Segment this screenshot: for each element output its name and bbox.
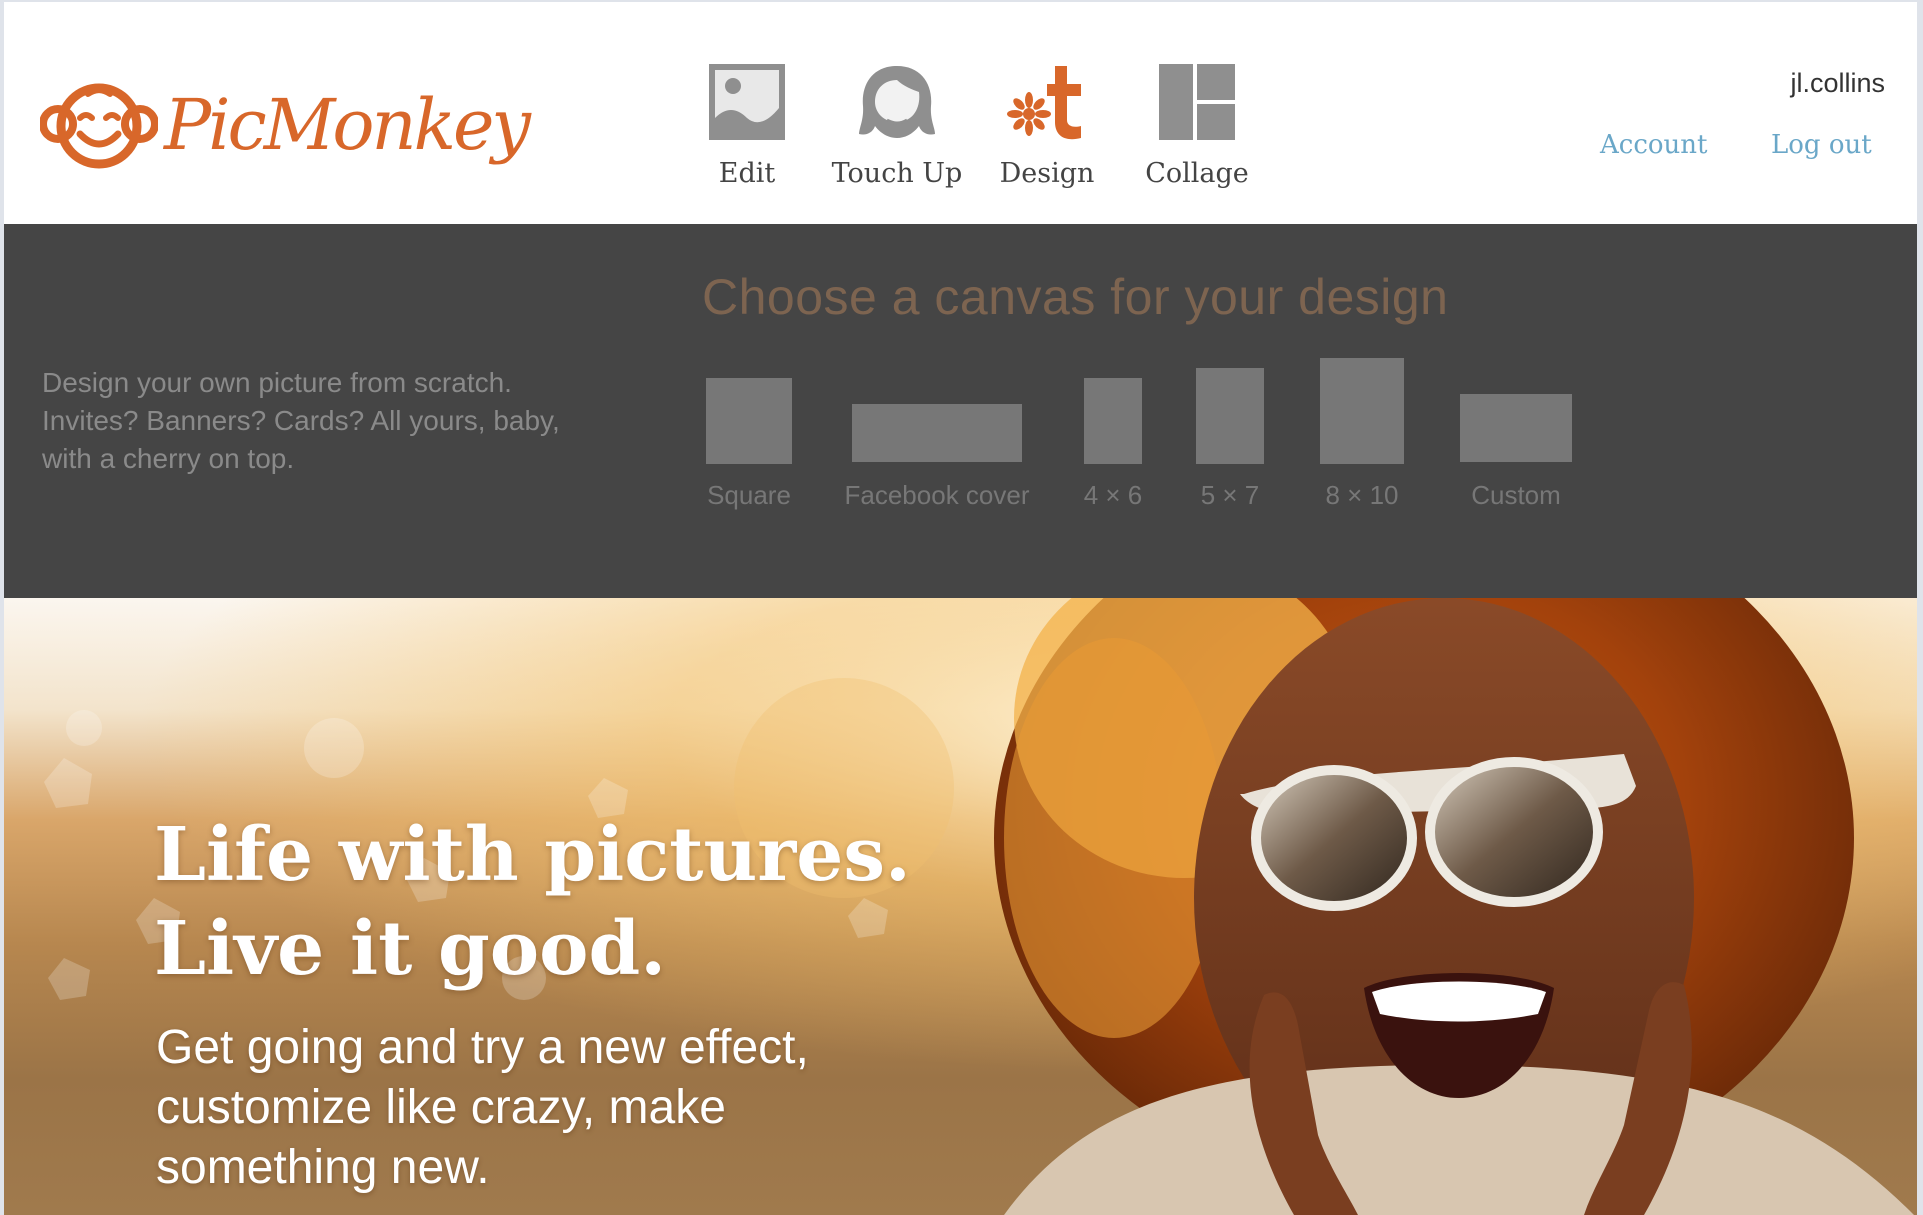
logout-link[interactable]: Log out (1771, 130, 1872, 160)
canvas-4x6-shape[interactable] (1084, 378, 1142, 464)
canvas-facebook-cover-label[interactable]: Facebook cover (845, 480, 1030, 511)
nav-touch-up[interactable]: Touch Up (822, 62, 972, 189)
design-description: Design your own picture from scratch. In… (42, 367, 560, 474)
canvas-square-shape[interactable] (706, 378, 792, 464)
collage-icon (1159, 64, 1235, 140)
nav-design[interactable]: Design (972, 62, 1122, 189)
canvas-5x7-shape[interactable] (1196, 368, 1264, 464)
nav-edit-label: Edit (718, 158, 776, 189)
nav-design-label: Design (999, 158, 1095, 189)
nav-collage[interactable]: Collage (1122, 62, 1272, 189)
canvas-square-label[interactable]: Square (707, 480, 791, 511)
hero-title-line-2: Live it good. (154, 906, 667, 992)
hero-banner: Life with pictures. Live it good. Get go… (4, 598, 1917, 1215)
nav-collage-label: Collage (1145, 158, 1249, 189)
canvas-custom-shape[interactable] (1460, 394, 1572, 462)
hero-subtitle: Get going and try a new effect, customiz… (156, 1021, 809, 1194)
monkey-face-icon (40, 83, 158, 169)
hero-title: Life with pictures. Live it good. (154, 808, 911, 996)
nav-touch-up-label: Touch Up (831, 158, 963, 189)
account-link[interactable]: Account (1600, 130, 1708, 160)
canvas-5x7-label[interactable]: 5 × 7 (1201, 480, 1260, 511)
canvas-custom-label[interactable]: Custom (1471, 480, 1561, 511)
canvas-4x6-label[interactable]: 4 × 6 (1084, 480, 1143, 511)
picmonkey-logo[interactable]: PicMonkey (40, 70, 531, 180)
canvas-8x10-shape[interactable] (1320, 358, 1404, 464)
top-header: PicMonkey Edit Touch Up Design Collage j… (4, 2, 1917, 224)
canvas-facebook-cover-shape[interactable] (852, 404, 1022, 462)
page: PicMonkey Edit Touch Up Design Collage j… (4, 2, 1917, 1215)
image-icon (709, 64, 785, 140)
face-icon (859, 66, 935, 138)
design-icon (1007, 66, 1081, 140)
design-canvas-panel: Design your own picture from scratch. In… (4, 224, 1917, 598)
hero-title-line-1: Life with pictures. (154, 812, 911, 898)
nav-edit[interactable]: Edit (672, 62, 822, 189)
canvas-heading: Choose a canvas for your design (702, 269, 1449, 325)
logo-wordmark: PicMonkey (164, 84, 531, 166)
username: jl.collins (1790, 68, 1885, 98)
canvas-8x10-label[interactable]: 8 × 10 (1325, 480, 1398, 511)
